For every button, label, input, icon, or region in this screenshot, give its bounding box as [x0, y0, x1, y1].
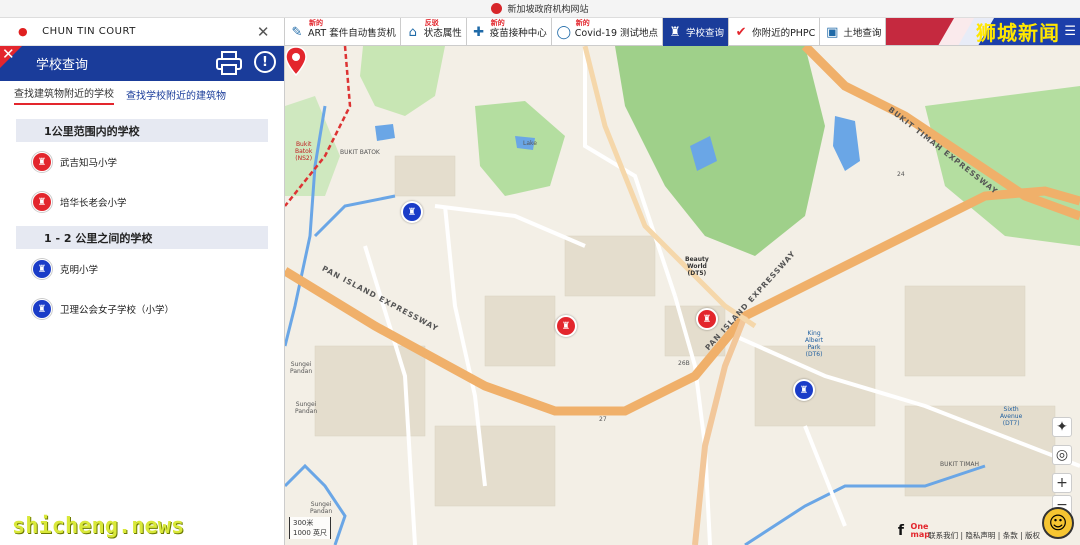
close-icon[interactable]: ✕ [257, 23, 270, 41]
school-red-icon: ♜ [32, 192, 52, 212]
tab-buildings-near-school[interactable]: 查找学校附近的建筑物 [126, 87, 226, 105]
school-red-icon: ♜ [32, 152, 52, 172]
location-pin-icon: ● [18, 25, 29, 38]
toolbar-item-school-query[interactable]: ♜ 学校查询 [663, 18, 730, 46]
feedback-smiley-icon[interactable]: ☺ [1042, 507, 1074, 539]
scale-imperial: 1000 英尺 [293, 529, 328, 537]
school-blue-icon: ♜ [32, 259, 52, 279]
toolbar-item-status[interactable]: 反驳 ⌂ 状态属性 [401, 18, 467, 46]
school-list-item[interactable]: ♜ 克明小学 [0, 249, 284, 289]
map-canvas[interactable]: PAN ISLAND EXPRESSWAY PAN ISLAND EXPRESS… [285, 46, 1080, 545]
panel-title: 学校查询 [36, 58, 89, 73]
service-toolbar: 新的 ✎ ART 套件自动售货机 反驳 ⌂ 状态属性 新的 ✚ 疫苗接种中心 新… [285, 18, 1080, 46]
toolbar-label: 土地查询 [843, 28, 882, 39]
zoom-in-button[interactable]: + [1052, 473, 1072, 493]
map-scale: 300米 1000 英尺 [289, 517, 332, 539]
panel-tabs: 查找建筑物附近的学校 查找学校附近的建筑物 [0, 81, 284, 105]
map-label-sungei-pandan: Sungei Pandan [290, 361, 313, 375]
panel-header: ✕ 学校查询 ! [0, 45, 284, 81]
school-list-item[interactable]: ♜ 卫理公会女子学校（小学） [0, 289, 284, 329]
toolbar-label: 你附近的PHPC [752, 28, 816, 39]
new-badge: 反驳 [424, 19, 439, 27]
toolbar-label: 学校查询 [686, 28, 725, 39]
vending-icon: ✎ [291, 24, 303, 40]
school-marker-blue[interactable]: ♜ [401, 201, 423, 223]
search-input[interactable]: CHUN TIN COURT [42, 26, 257, 37]
toolbar-item-phpc[interactable]: ✔ 你附近的PHPC [729, 18, 821, 46]
school-marker-red[interactable]: ♜ [555, 315, 577, 337]
gov-banner-text: 新加坡政府机构网站 [507, 5, 589, 15]
school-blue-icon: ♜ [32, 299, 52, 319]
footer-links[interactable]: 联系我们 | 隐私声明 | 条款 | 版权 [928, 530, 1040, 541]
map-base [285, 46, 1080, 545]
map-label-lake: Lake [523, 140, 537, 147]
map-label-bukit-timah: BUKIT TIMAH [940, 461, 980, 468]
info-icon[interactable]: ! [254, 51, 276, 73]
map-label-sixth-avenue: Sixth Avenue (DT7) [1000, 406, 1023, 427]
school-icon: ♜ [669, 24, 681, 40]
map-label-king-albert-park: King Albert Park (DT6) [805, 330, 824, 358]
map-label-sungei-pandan: Sungei Pandan [310, 501, 333, 515]
test-icon: ◯ [556, 24, 572, 40]
watermark: shicheng.news [12, 514, 185, 539]
search-bar[interactable]: ● CHUN TIN COURT ✕ [0, 18, 284, 46]
map-label-bukit-batok: BUKIT BATOK [340, 149, 380, 156]
brand-banner: 狮城新闻 ☰ [886, 18, 1080, 45]
school-query-panel: ● CHUN TIN COURT ✕ ✕ 学校查询 ! 查找建筑物附近的学校 查… [0, 18, 285, 545]
menu-icon[interactable]: ☰ [1064, 24, 1076, 39]
map-label-road-number: 26B [678, 360, 690, 367]
map-label-beauty-world: Beauty World (DT5) [685, 256, 709, 277]
map-label-bukit-batok-station: Bukit Batok (NS2) [295, 141, 313, 162]
toolbar-item-vaccination[interactable]: 新的 ✚ 疫苗接种中心 [467, 18, 552, 46]
school-name: 克明小学 [60, 265, 99, 276]
toolbar-item-covid-test[interactable]: 新的 ◯ Covid-19 测试地点 [552, 18, 664, 46]
land-icon: ▣ [826, 24, 839, 40]
school-list-item[interactable]: ♜ 武吉知马小学 [0, 142, 284, 182]
toolbar-item-art-kit[interactable]: 新的 ✎ ART 套件自动售货机 [285, 18, 401, 46]
school-name: 武吉知马小学 [60, 158, 118, 169]
toolbar-item-land-query[interactable]: ▣ 土地查询 [820, 18, 887, 46]
school-name: 培华长老会小学 [60, 198, 127, 209]
scale-metric: 300米 [293, 519, 314, 527]
locate-me-button[interactable]: ◎ [1052, 445, 1072, 465]
map-label-road-number: 24 [897, 171, 905, 178]
school-marker-red[interactable]: ♜ [696, 308, 718, 330]
map-label-road-number: 27 [599, 416, 607, 423]
phpc-icon: ✔ [735, 24, 747, 40]
syringe-icon: ✚ [473, 24, 485, 40]
selected-location-pin-icon[interactable] [285, 46, 307, 76]
school-list-item[interactable]: ♜ 培华长老会小学 [0, 182, 284, 222]
section-heading-within-1km: 1公里范围内的学校 [16, 119, 268, 142]
print-icon[interactable] [216, 51, 242, 75]
app-root: 新加坡政府机构网站 ● CHUN TIN COURT ✕ ✕ 学校查询 ! 查找… [0, 0, 1080, 545]
school-name: 卫理公会女子学校（小学） [60, 305, 175, 316]
brand-text: 狮城新闻 [976, 21, 1060, 45]
new-badge: 新的 [575, 19, 590, 27]
school-marker-blue[interactable]: ♜ [793, 379, 815, 401]
facebook-icon[interactable]: f [898, 523, 904, 539]
new-badge: 新的 [490, 19, 505, 27]
onemap-logo: One map [910, 522, 930, 539]
building-icon: ⌂ [408, 24, 417, 40]
close-icon[interactable]: ✕ [2, 45, 15, 63]
new-badge: 新的 [309, 19, 323, 27]
lion-head-icon [491, 3, 503, 14]
map-label-sungei-pandan: Sungei Pandan [295, 401, 318, 415]
section-heading-1-2km: 1 - 2 公里之间的学校 [16, 226, 268, 249]
gov-banner: 新加坡政府机构网站 [0, 0, 1080, 18]
tab-schools-near-building[interactable]: 查找建筑物附近的学校 [14, 85, 114, 105]
layers-button[interactable]: ✦ [1052, 417, 1072, 437]
